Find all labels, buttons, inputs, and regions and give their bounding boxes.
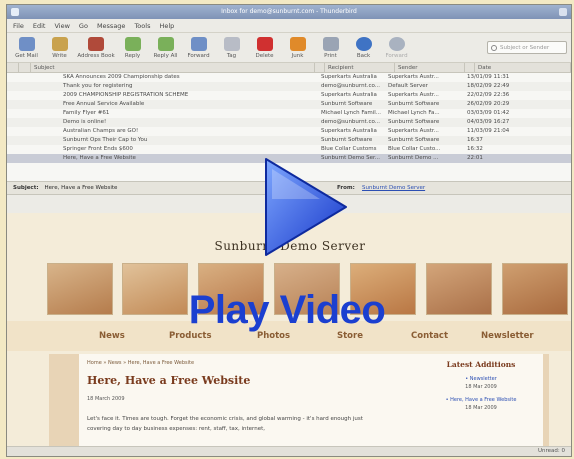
print-button[interactable]: Print [314,36,347,59]
menu-bar: File Edit View Go Message Tools Help [7,19,571,33]
window-title: Inbox for demo@sunburnt.com - Thunderbir… [221,8,357,15]
content-border [49,354,79,449]
recipient-column-header[interactable]: Recipient [325,63,395,72]
message-subject: Here, Have a Free Website [44,185,118,191]
app-icon [11,8,19,16]
table-row[interactable]: Springer Front Ends $600 Blue Collar Cust… [7,145,571,154]
table-row[interactable]: Demo is online! demo@sunburnt.co... Sunbur… [7,118,571,127]
forward-arrow-icon [388,36,405,51]
menu-message[interactable]: Message [97,22,126,30]
reply-icon [124,36,141,51]
table-row[interactable]: 2009 CHAMPIONSHIP REGISTRATION SCHEME Sup… [7,91,571,100]
write-button[interactable]: Write [43,36,76,59]
content-border [543,354,549,449]
table-row[interactable]: Free Annual Service Available Sunburnt So… [7,100,571,109]
close-icon[interactable] [559,8,567,16]
sidebar-date: 18 Mar 2009 [465,405,497,411]
thread-column-header[interactable] [315,63,325,72]
back-arrow-icon [355,36,372,51]
read-column-header[interactable] [465,63,475,72]
sender-column-header[interactable]: Sender [395,63,465,72]
nav-forward-button[interactable]: Forward [380,36,413,59]
delete-icon [256,36,273,51]
post-title: Here, Have a Free Website [87,374,251,387]
main-toolbar: Get Mail Write Address Book Reply Reply … [7,33,571,63]
back-button[interactable]: Back [347,36,380,59]
subject-column-header[interactable]: Subject [31,63,315,72]
menu-go[interactable]: Go [79,22,88,30]
get-mail-button[interactable]: Get Mail [10,36,43,59]
flag-column-header[interactable] [7,63,19,72]
date-column-header[interactable]: Date [475,63,571,72]
breadcrumb[interactable]: Home » News » Here, Have a Free Website [87,360,194,366]
sidebar-link[interactable]: • Here, Have a Free Website [421,396,541,404]
junk-button[interactable]: Junk [281,36,314,59]
forward-button[interactable]: Forward [182,36,215,59]
address-book-icon [88,36,104,51]
post-body: Let's face it. Times are tough. Forget t… [87,416,363,432]
print-icon [322,36,339,51]
junk-icon [289,36,306,51]
reply-all-icon [157,36,174,51]
address-book-button[interactable]: Address Book [76,36,116,59]
title-bar: Inbox for demo@sunburnt.com - Thunderbir… [7,5,571,19]
sidebar-link[interactable]: • Newsletter [421,375,541,383]
menu-tools[interactable]: Tools [134,22,150,30]
subject-label: Subject: [13,185,39,191]
attachment-column-header[interactable] [19,63,31,72]
table-row[interactable]: Australian Champs are GO! Superkarts Aust… [7,127,571,136]
from-link[interactable]: Sunburnt Demo Server [362,185,425,191]
message-list-header: Subject Recipient Sender Date [7,63,571,73]
site-content: Home » News » Here, Have a Free Website … [49,354,549,449]
tag-button[interactable]: Tag [215,36,248,59]
get-mail-icon [18,36,35,51]
latest-additions: Latest Additions • Newsletter 18 Mar 200… [421,360,541,417]
menu-view[interactable]: View [54,22,69,30]
tag-icon [223,36,240,51]
menu-file[interactable]: File [13,22,24,30]
sidebar-title: Latest Additions [446,360,516,369]
table-row[interactable]: Sunburnt Ops Their Cap to You Sunburnt So… [7,136,571,145]
post-date: 18 March 2009 [87,396,125,402]
menu-edit[interactable]: Edit [33,22,46,30]
table-row[interactable]: Thank you for registering demo@sunburnt.c… [7,82,571,91]
search-icon [491,45,497,51]
play-icon[interactable] [260,155,350,260]
sidebar-date: 18 Mar 2009 [465,384,497,390]
forward-icon [190,36,207,51]
play-video-label[interactable]: Play Video [0,288,574,333]
search-input[interactable]: Subject or Sender [487,41,567,54]
delete-button[interactable]: Delete [248,36,281,59]
table-row[interactable]: SKA Announces 2009 Championship dates Sup… [7,73,571,82]
menu-help[interactable]: Help [159,22,174,30]
table-row[interactable]: Family Flyer #61 Michael Lynch Famil... Mi… [7,109,571,118]
status-bar: Unread: 0 [7,446,571,456]
write-icon [51,36,68,51]
unread-count: Unread: 0 [538,448,565,454]
reply-all-button[interactable]: Reply All [149,36,182,59]
reply-button[interactable]: Reply [116,36,149,59]
